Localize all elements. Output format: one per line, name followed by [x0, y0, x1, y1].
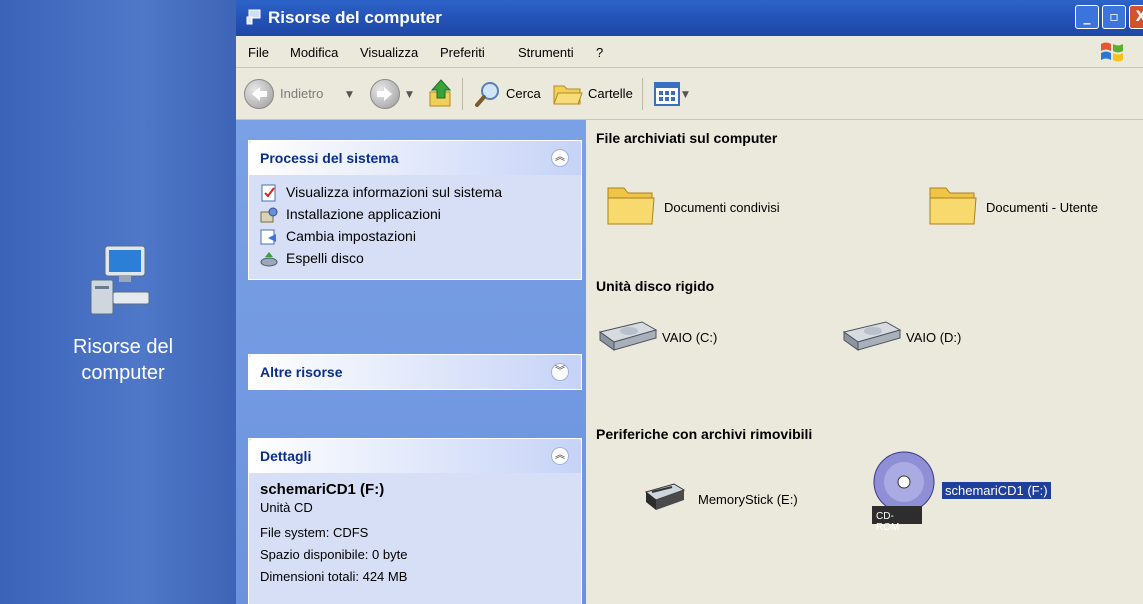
details-panel: Dettagli ︽ schemariCD1 (F:) Unità CD Fil…: [248, 438, 582, 604]
cd-rom-badge: CD-ROM: [876, 511, 900, 533]
task-label: Espelli disco: [286, 250, 364, 266]
folders-icon[interactable]: [552, 80, 584, 112]
details-total-size: Dimensioni totali: 424 MB: [260, 569, 408, 584]
menu-tools[interactable]: Strumenti: [518, 45, 574, 60]
menu-view[interactable]: Visualizza: [360, 45, 418, 60]
eject-icon: [260, 250, 278, 268]
item-label: Documenti condivisi: [664, 200, 780, 215]
back-dropdown-icon[interactable]: ▼: [346, 90, 353, 100]
system-tasks-panel: Processi del sistema ︽ Visualizza inform…: [248, 140, 582, 280]
folders-button-label[interactable]: Cartelle: [588, 86, 633, 101]
task-label: Cambia impostazioni: [286, 228, 416, 244]
group-title-stored-files: File archiviati sul computer: [596, 130, 778, 146]
collapse-chevron-icon[interactable]: ︽: [551, 149, 569, 167]
back-arrow-icon[interactable]: [244, 79, 274, 109]
back-button-label[interactable]: Indietro: [280, 86, 323, 101]
search-icon[interactable]: [474, 80, 502, 112]
item-label: schemariCD1 (F:): [942, 482, 1051, 499]
item-label: VAIO (C:): [662, 330, 718, 345]
install-icon: [260, 206, 278, 224]
task-install-apps[interactable]: Installazione applicazioni: [260, 205, 570, 223]
view-mode-icon[interactable]: [654, 82, 680, 110]
other-places-panel: Altre risorse ︾: [248, 354, 582, 390]
expand-chevron-icon[interactable]: ︾: [551, 363, 569, 381]
forward-arrow-icon[interactable]: [370, 79, 400, 109]
task-label: Installazione applicazioni: [286, 206, 441, 222]
content-pane: File archiviati sul computer Documenti c…: [586, 120, 1143, 604]
windows-logo-icon: [1099, 40, 1125, 64]
desktop-icon-label-line1: Risorse del: [72, 336, 174, 358]
menu-favorites[interactable]: Preferiti: [440, 45, 485, 60]
task-pane: Processi del sistema ︽ Visualizza inform…: [236, 120, 586, 604]
other-places-header[interactable]: Altre risorse ︾: [249, 355, 581, 389]
details-title: Dettagli: [260, 448, 312, 464]
desktop-icon-label-line2: computer: [81, 362, 165, 384]
settings-icon: [260, 228, 278, 246]
system-tasks-title: Processi del sistema: [260, 150, 399, 166]
task-label: Visualizza informazioni sul sistema: [286, 184, 503, 200]
menu-bar: File Modifica Visualizza Preferiti Strum…: [236, 36, 1143, 68]
task-view-system-info[interactable]: Visualizza informazioni sul sistema: [260, 183, 570, 202]
group-title-hard-disks: Unità disco rigido: [596, 278, 715, 294]
window-computer-icon: [246, 9, 262, 25]
menu-file[interactable]: File: [248, 45, 269, 60]
minimize-button[interactable]: _: [1075, 5, 1099, 29]
item-label: Documenti - Utente: [986, 200, 1098, 215]
memorystick-icon: [642, 480, 686, 518]
forward-dropdown-icon[interactable]: ▼: [406, 90, 413, 100]
close-button[interactable]: X: [1129, 5, 1143, 29]
folder-icon: [928, 182, 978, 232]
maximize-button[interactable]: ▫: [1102, 5, 1126, 29]
group-title-removable: Periferiche con archivi rimovibili: [596, 426, 813, 442]
title-bar[interactable]: Risorse del computer _ ▫ X: [236, 0, 1143, 36]
details-item-type: Unità CD: [260, 500, 313, 515]
search-button-label[interactable]: Cerca: [506, 86, 541, 101]
details-filesystem: File system: CDFS: [260, 525, 369, 540]
toolbar: Indietro ▼ ▼ Cerca Cartelle ▼: [236, 68, 1143, 120]
desktop: Risorse del computer: [0, 0, 236, 604]
window-title: Risorse del computer: [268, 8, 442, 27]
item-label: VAIO (D:): [906, 330, 962, 345]
details-free-space: Spazio disponibile: 0 byte: [260, 547, 408, 562]
item-label: MemoryStick (E:): [698, 492, 798, 507]
hard-drive-icon: [596, 316, 658, 360]
up-folder-icon[interactable]: [426, 78, 456, 114]
explorer-window: Risorse del computer _ ▫ X File Modifica V…: [236, 0, 1143, 604]
details-item-name: schemariCD1 (F:): [260, 481, 385, 498]
folder-icon: [606, 182, 656, 232]
desktop-icon-my-computer[interactable]: Risorse del computer: [48, 240, 198, 386]
toolbar-separator: [462, 78, 463, 110]
collapse-chevron-icon[interactable]: ︽: [551, 447, 569, 465]
toolbar-separator: [642, 78, 643, 110]
other-places-title: Altre risorse: [260, 364, 343, 380]
menu-edit[interactable]: Modifica: [290, 45, 338, 60]
computer-icon: [83, 240, 163, 320]
task-change-settings[interactable]: Cambia impostazioni: [260, 227, 570, 245]
task-eject-disk[interactable]: Espelli disco: [260, 249, 570, 267]
view-dropdown-icon[interactable]: ▼: [682, 90, 689, 100]
menu-help[interactable]: ?: [596, 45, 603, 60]
info-icon: [260, 184, 278, 202]
details-header[interactable]: Dettagli ︽: [249, 439, 581, 473]
hard-drive-icon: [840, 316, 902, 360]
system-tasks-header[interactable]: Processi del sistema ︽: [249, 141, 581, 175]
